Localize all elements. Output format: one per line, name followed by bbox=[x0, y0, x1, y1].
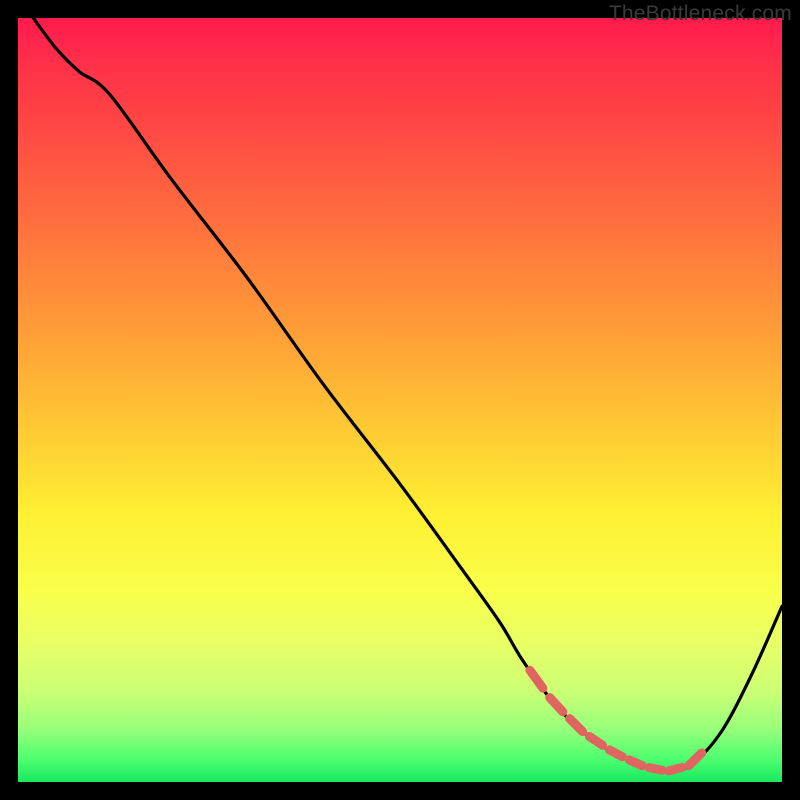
optimal-dash bbox=[609, 750, 622, 757]
watermark-text: TheBottleneck.com bbox=[609, 2, 792, 26]
chart-curve-layer bbox=[18, 18, 782, 782]
optimal-range-dashes bbox=[530, 670, 702, 771]
optimal-dash bbox=[550, 698, 563, 712]
optimal-dash bbox=[649, 768, 662, 771]
optimal-dash bbox=[570, 719, 583, 732]
optimal-dash bbox=[629, 760, 642, 766]
optimal-dash bbox=[669, 767, 682, 770]
bottleneck-curve bbox=[33, 18, 782, 771]
optimal-dash bbox=[530, 670, 543, 688]
optimal-dash bbox=[589, 736, 602, 745]
optimal-dash bbox=[689, 753, 702, 766]
chart-frame: TheBottleneck.com bbox=[0, 0, 800, 800]
